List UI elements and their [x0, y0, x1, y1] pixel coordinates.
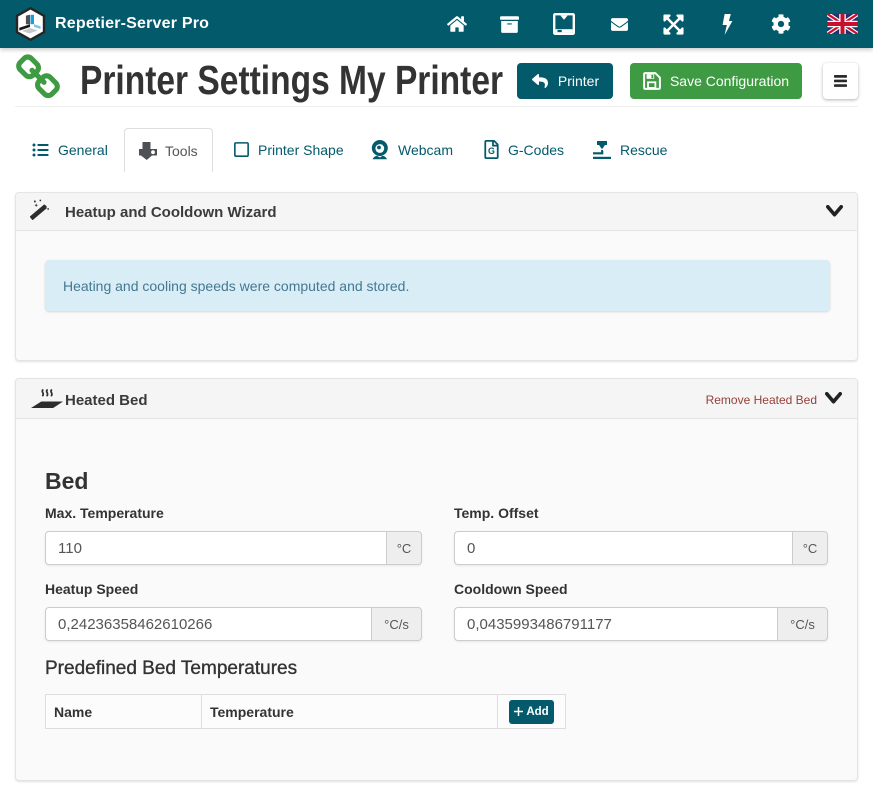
svg-text:G: G — [488, 146, 495, 156]
